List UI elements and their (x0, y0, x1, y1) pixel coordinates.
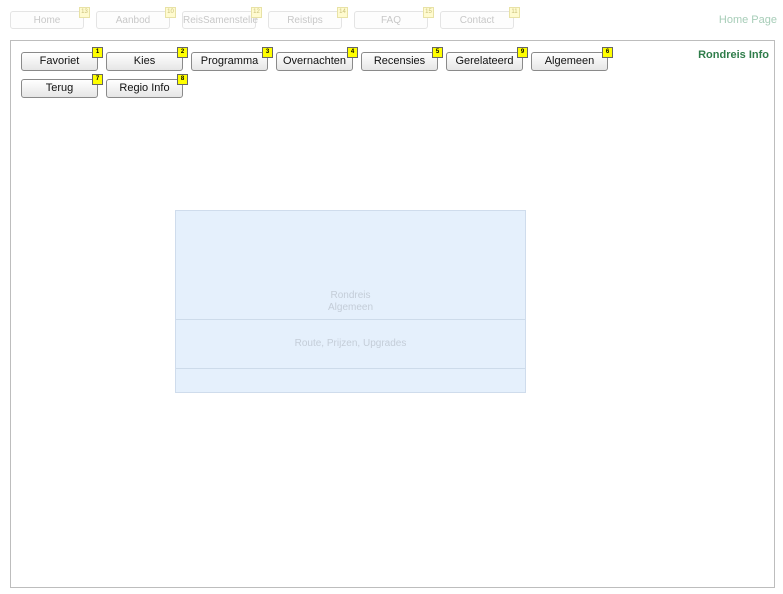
route-prijzen-upgrades-text: Route, Prijzen, Upgrades (294, 338, 407, 349)
nav-reissamensteller-label: ReisSamenstelle (183, 15, 259, 26)
nav-home-badge: 13 (79, 7, 90, 18)
main-panel: Rondreis Info Favoriet 1 Kies 2 Programm… (10, 40, 775, 588)
nav-home-button[interactable]: Home 13 (10, 7, 90, 29)
nav-reissamensteller-badge: 12 (251, 7, 262, 18)
nav-reissamensteller-button[interactable]: ReisSamenstelle 12 (182, 7, 262, 29)
algemeen-line: Algemeen (327, 302, 374, 313)
nav-home-label: Home (33, 15, 61, 26)
regio-info-label: Regio Info (119, 82, 170, 94)
nav-faq-label: FAQ (380, 15, 401, 26)
regio-info-badge: 8 (177, 74, 188, 85)
programma-label: Programma (200, 55, 259, 67)
favoriet-label: Favoriet (39, 55, 80, 67)
terug-label: Terug (45, 82, 74, 94)
route-prijzen-section: Route, Prijzen, Upgrades (176, 319, 525, 369)
gerelateerd-badge: 9 (517, 47, 528, 58)
programma-button[interactable]: Programma 3 (191, 47, 273, 71)
nav-contact-label: Contact (459, 15, 495, 26)
nav-aanbod-label: Aanbod (115, 15, 151, 26)
kies-badge: 2 (177, 47, 188, 58)
rondreis-info-box: Rondreis Algemeen Route, Prijzen, Upgrad… (175, 210, 526, 393)
recensies-label: Recensies (373, 55, 426, 67)
nav-contact-badge: 11 (509, 7, 520, 18)
kies-button[interactable]: Kies 2 (106, 47, 188, 71)
nav-reistips-label: Reistips (287, 15, 323, 26)
nav-faq-badge: 15 (423, 7, 434, 18)
algemeen-badge: 6 (602, 47, 613, 58)
terug-button[interactable]: Terug 7 (21, 74, 103, 98)
programma-badge: 3 (262, 47, 273, 58)
page-title: Rondreis Info (698, 49, 769, 61)
recensies-button[interactable]: Recensies 5 (361, 47, 443, 71)
nav-reistips-button[interactable]: Reistips 14 (268, 7, 348, 29)
overnachten-badge: 4 (347, 47, 358, 58)
regio-info-button[interactable]: Regio Info 8 (106, 74, 188, 98)
nav-aanbod-button[interactable]: Aanbod 10 (96, 7, 176, 29)
algemeen-label: Algemeen (544, 55, 595, 67)
overnachten-button[interactable]: Overnachten 4 (276, 47, 358, 71)
nav-faq-button[interactable]: FAQ 15 (354, 7, 434, 29)
gerelateerd-button[interactable]: Gerelateerd 9 (446, 47, 528, 71)
nav-aanbod-badge: 10 (165, 7, 176, 18)
recensies-badge: 5 (432, 47, 443, 58)
rondreis-algemeen-text: Rondreis Algemeen (176, 290, 525, 314)
overnachten-label: Overnachten (283, 55, 346, 67)
rondreis-line: Rondreis (330, 290, 371, 301)
favoriet-badge: 1 (92, 47, 103, 58)
nav-contact-button[interactable]: Contact 11 (440, 7, 520, 29)
home-page-title: Home Page (718, 14, 777, 26)
favoriet-button[interactable]: Favoriet 1 (21, 47, 103, 71)
kies-label: Kies (133, 55, 156, 67)
nav-reistips-badge: 14 (337, 7, 348, 18)
gerelateerd-label: Gerelateerd (455, 55, 514, 67)
algemeen-button[interactable]: Algemeen 6 (531, 47, 613, 71)
top-navigation: Home 13 Aanbod 10 ReisSamenstelle 12 Rei… (0, 0, 783, 38)
rondreis-algemeen-section: Rondreis Algemeen (176, 211, 525, 320)
terug-badge: 7 (92, 74, 103, 85)
